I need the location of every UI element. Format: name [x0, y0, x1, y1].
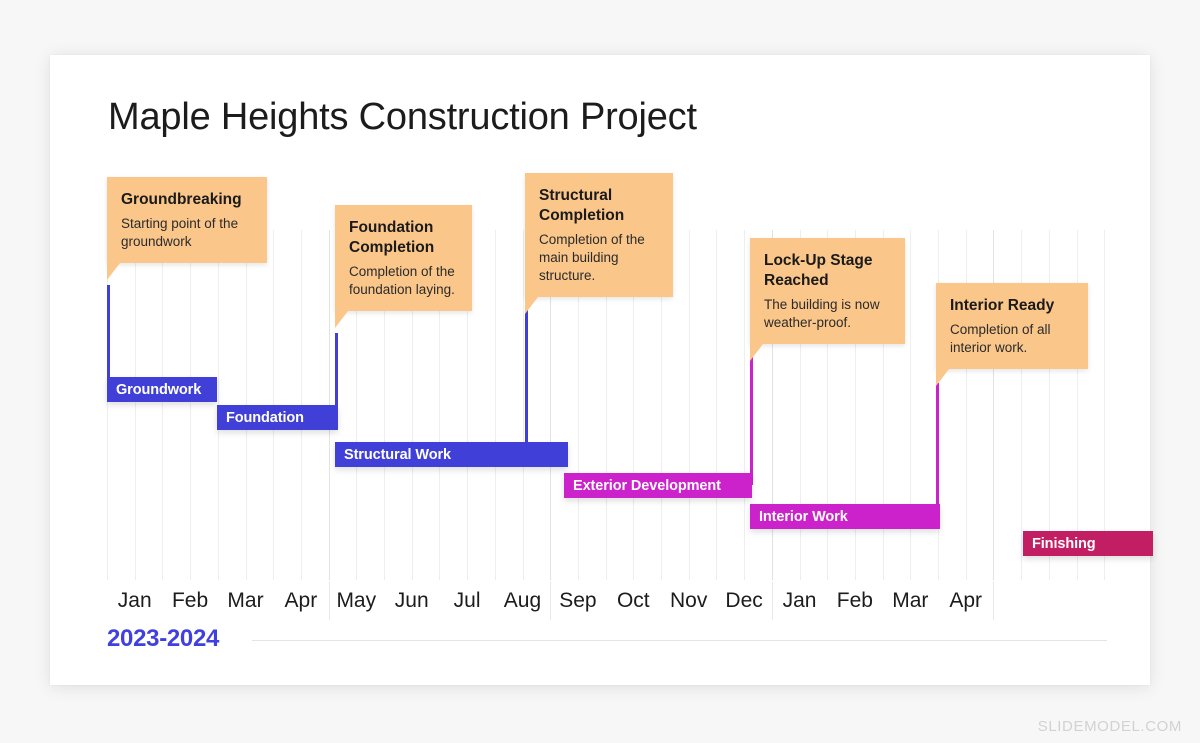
axis-month-label: Apr	[284, 589, 318, 612]
watermark: SLIDEMODEL.COM	[1037, 718, 1182, 735]
connector-line-interior-ready	[936, 383, 939, 516]
axis-month-label: Feb	[836, 589, 873, 612]
milestone-description: Completion of the main building structur…	[539, 231, 645, 283]
page-title: Maple Heights Construction Project	[108, 96, 697, 138]
grid-line	[688, 230, 690, 580]
milestone-callout-structural-completion[interactable]: Structural Completion Completion of the …	[525, 173, 673, 314]
footer-divider	[252, 640, 1107, 641]
axis-month-label: Nov	[670, 589, 708, 612]
axis-month-label: Jun	[394, 589, 429, 612]
axis-month-label: Mar	[892, 589, 929, 612]
gantt-bar-interior-work[interactable]: Interior Work	[750, 504, 940, 529]
milestone-callout-lockup-stage[interactable]: Lock-Up Stage Reached The building is no…	[750, 238, 905, 361]
gantt-bar-label: Foundation	[226, 409, 304, 426]
axis-month-label: Jan	[117, 589, 152, 612]
grid-line	[744, 230, 746, 580]
connector-line-lockup-stage	[750, 348, 753, 485]
axis-separator	[993, 582, 995, 620]
axis-month-label: Jan	[782, 589, 817, 612]
grid-line	[190, 230, 192, 580]
callout-tail	[936, 368, 949, 386]
milestone-description: The building is now weather-proof.	[764, 296, 880, 330]
axis-month-label: Dec	[725, 589, 763, 612]
milestone-description: Completion of the foundation laying.	[349, 263, 455, 297]
grid-line	[494, 230, 496, 580]
milestone-description: Completion of all interior work.	[950, 321, 1051, 355]
gantt-bar-label: Finishing	[1032, 535, 1096, 552]
axis-month-label: Feb	[171, 589, 209, 612]
gantt-bar-exterior-development[interactable]: Exterior Development	[564, 473, 752, 498]
grid-line	[1104, 230, 1105, 580]
axis-month-label: Jul	[453, 589, 481, 612]
timeline-axis: Jan Feb Mar Apr May Jun Jul Aug Sep Oct …	[107, 580, 1105, 622]
milestone-callout-groundbreaking[interactable]: Groundbreaking Starting point of the gro…	[107, 177, 267, 280]
callout-tail	[525, 296, 538, 314]
milestone-callout-foundation-completion[interactable]: Foundation Completion Completion of the …	[335, 205, 472, 328]
gantt-bar-foundation[interactable]: Foundation	[217, 405, 338, 430]
milestone-title: Foundation Completion	[349, 219, 435, 256]
gantt-bar-label: Structural Work	[344, 446, 452, 463]
gantt-bar-finishing[interactable]: Finishing	[1023, 531, 1153, 556]
axis-month-label: Oct	[616, 589, 650, 612]
slide-card: Maple Heights Construction Project Groun…	[50, 55, 1153, 685]
axis-month-label: Aug	[503, 589, 542, 612]
axis-month-label: Mar	[227, 589, 264, 612]
year-range-label: 2023-2024	[107, 625, 220, 652]
gantt-bar-groundwork[interactable]: Groundwork	[107, 377, 217, 402]
grid-line	[522, 230, 524, 580]
callout-tail	[750, 343, 763, 361]
milestone-title: Structural Completion	[539, 187, 625, 224]
milestone-title: Interior Ready	[950, 297, 1055, 314]
callout-tail	[107, 262, 120, 280]
axis-month-label: May	[336, 589, 377, 612]
milestone-title: Lock-Up Stage Reached	[764, 252, 873, 289]
grid-line	[107, 230, 108, 580]
callout-tail	[335, 310, 348, 328]
axis-month-label: Apr	[949, 589, 983, 612]
grid-line	[716, 230, 718, 580]
grid-line	[162, 230, 164, 580]
grid-line	[134, 230, 136, 580]
milestone-title: Groundbreaking	[121, 191, 242, 208]
axis-month-label: Sep	[559, 589, 597, 612]
gantt-bar-label: Interior Work	[759, 508, 848, 525]
connector-line-groundbreaking	[107, 285, 110, 390]
gantt-bar-label: Groundwork	[116, 381, 202, 398]
milestone-callout-interior-ready[interactable]: Interior Ready Completion of all interio…	[936, 283, 1088, 386]
milestone-description: Starting point of the groundwork	[121, 215, 239, 249]
gantt-bar-label: Exterior Development	[573, 477, 721, 494]
gantt-bar-structural-work[interactable]: Structural Work	[335, 442, 568, 467]
